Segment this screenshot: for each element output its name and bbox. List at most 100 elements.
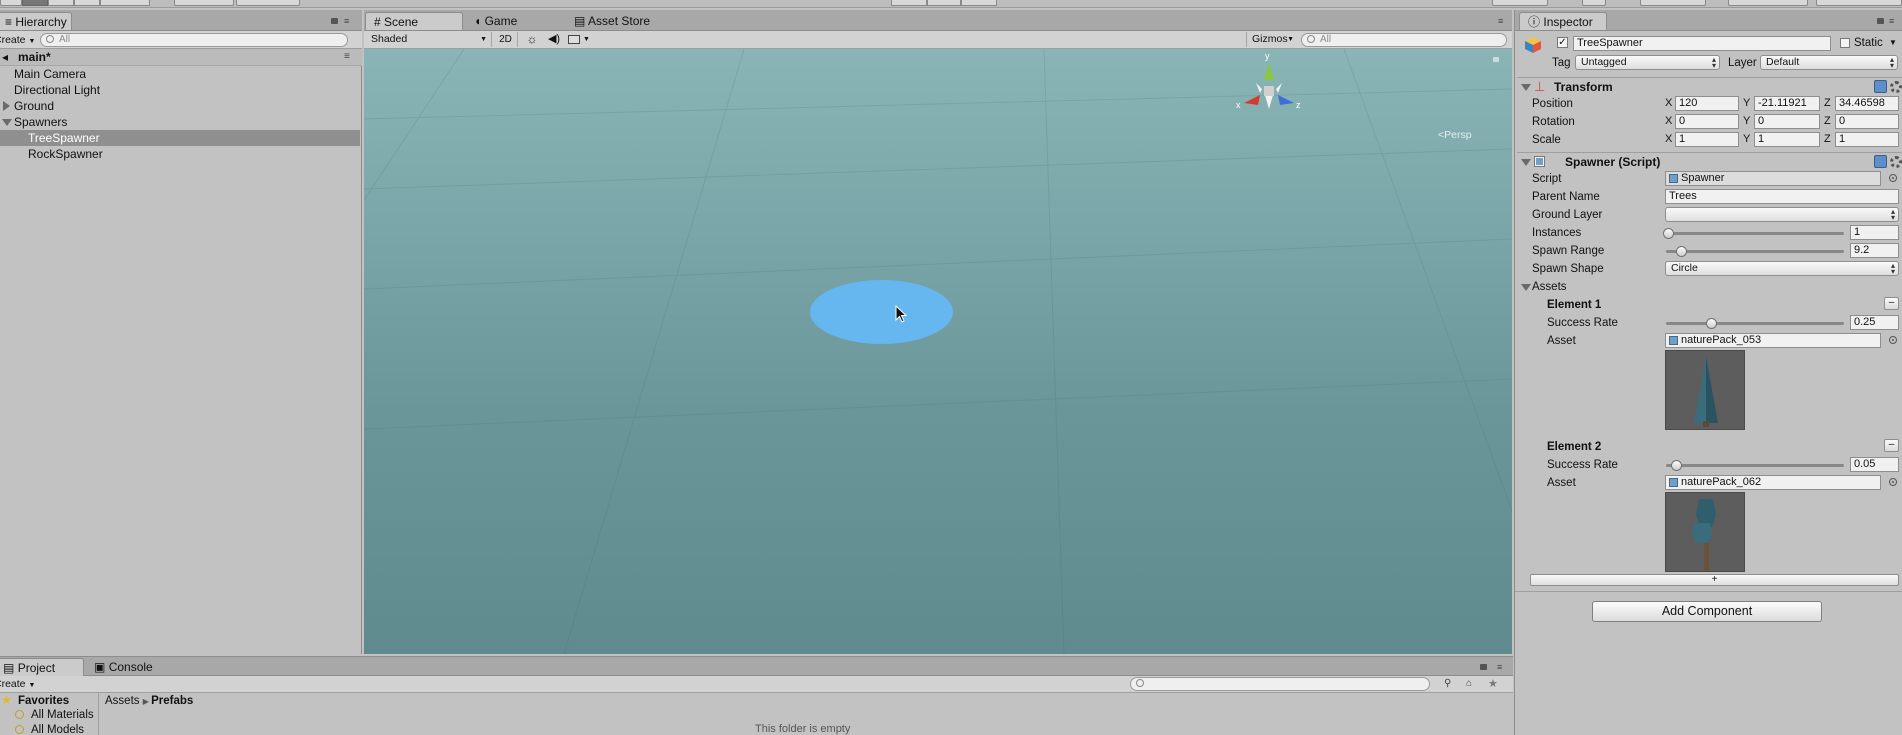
- gear-icon[interactable]: [1890, 156, 1902, 168]
- panel-menu-icon[interactable]: ≡: [1498, 17, 1503, 26]
- hierarchy-item-ground[interactable]: Ground: [0, 98, 360, 114]
- gizmos-dropdown[interactable]: Gizmos ▼: [1246, 32, 1296, 47]
- create-dropdown[interactable]: Create ▼: [0, 33, 35, 49]
- tab-scene[interactable]: # Scene: [365, 12, 463, 30]
- remove-element-2-button[interactable]: –: [1884, 439, 1899, 452]
- scene-orientation-gizmo[interactable]: y x z: [1234, 51, 1304, 121]
- favorite-item-all-models[interactable]: All Models: [31, 723, 84, 735]
- spawn-shape-dropdown[interactable]: Circle ▴ ▾: [1665, 261, 1899, 276]
- toggle-2d-button[interactable]: 2D: [494, 32, 518, 47]
- panel-menu-icon[interactable]: ≡: [344, 17, 349, 26]
- tab-project[interactable]: ▤ Project: [0, 658, 84, 676]
- tab-console[interactable]: ▣ Console: [86, 658, 176, 676]
- element-2-success-rate-thumb[interactable]: [1671, 460, 1682, 471]
- collapse-arrow-icon[interactable]: [2, 119, 12, 126]
- assets-foldout-arrow-icon[interactable]: [1521, 284, 1531, 291]
- position-z-axis[interactable]: Z: [1824, 96, 1831, 111]
- help-book-icon[interactable]: [1874, 80, 1887, 93]
- instances-field[interactable]: 1: [1850, 225, 1899, 240]
- audio-toggle-icon[interactable]: ◀): [544, 32, 564, 47]
- position-z-field[interactable]: 34.46598: [1835, 96, 1899, 111]
- play-button[interactable]: [891, 0, 927, 6]
- static-checkbox[interactable]: [1840, 38, 1850, 48]
- tab-asset-store[interactable]: ▤ Asset Store: [566, 12, 676, 30]
- scale-x-axis[interactable]: X: [1665, 132, 1672, 147]
- rotate-tool-button[interactable]: [48, 0, 74, 6]
- global-toggle-button[interactable]: [236, 0, 300, 6]
- position-x-field[interactable]: 120: [1675, 96, 1739, 111]
- panel-menu-icon[interactable]: ≡: [1889, 17, 1894, 26]
- filter-by-type-icon[interactable]: ⚲: [1444, 678, 1451, 689]
- tag-dropdown[interactable]: Untagged ▴ ▾: [1575, 55, 1720, 70]
- instances-slider-track[interactable]: [1666, 232, 1844, 235]
- element-1-success-rate-field[interactable]: 0.25: [1850, 315, 1899, 330]
- lock-icon[interactable]: [1877, 18, 1884, 24]
- layer-dropdown[interactable]: Default ▴ ▾: [1760, 55, 1898, 70]
- scale-y-field[interactable]: 1: [1754, 132, 1820, 147]
- help-book-icon[interactable]: [1874, 155, 1887, 168]
- add-component-button[interactable]: Add Component: [1592, 601, 1822, 622]
- rect-tool-button[interactable]: [100, 0, 150, 6]
- pause-button[interactable]: [927, 0, 961, 6]
- rotation-x-axis[interactable]: X: [1665, 114, 1672, 129]
- object-picker-icon[interactable]: [1889, 478, 1897, 486]
- active-checkbox[interactable]: ✓: [1557, 37, 1568, 48]
- lock-icon[interactable]: [1480, 664, 1487, 670]
- favorite-item-all-materials[interactable]: All Materials: [31, 708, 94, 722]
- instances-slider-thumb[interactable]: [1663, 228, 1674, 239]
- rotation-y-axis[interactable]: Y: [1743, 114, 1750, 129]
- hierarchy-item-treespawner[interactable]: TreeSpawner: [0, 130, 360, 146]
- effects-toggle-icon[interactable]: [568, 35, 580, 44]
- scene-search-input[interactable]: All: [1301, 33, 1507, 47]
- rotation-x-field[interactable]: 0: [1675, 114, 1739, 129]
- scale-z-axis[interactable]: Z: [1824, 132, 1831, 147]
- chevron-down-icon[interactable]: ▼: [583, 32, 590, 47]
- hierarchy-item-main-camera[interactable]: Main Camera: [0, 66, 360, 82]
- layout-button[interactable]: [1816, 0, 1902, 6]
- expand-arrow-icon[interactable]: [3, 101, 10, 111]
- position-y-field[interactable]: -21.11921: [1754, 96, 1820, 111]
- hierarchy-item-rockspawner[interactable]: RockSpawner: [0, 146, 360, 162]
- rotation-z-field[interactable]: 0: [1835, 114, 1899, 129]
- parent-name-field[interactable]: Trees: [1665, 189, 1899, 204]
- spawn-range-slider-thumb[interactable]: [1676, 246, 1687, 257]
- create-dropdown[interactable]: Create ▼: [0, 677, 35, 693]
- persp-label-wrap[interactable]: <Persp: [1438, 129, 1472, 141]
- lock-icon[interactable]: [1493, 57, 1499, 62]
- position-x-axis[interactable]: X: [1665, 96, 1672, 111]
- object-name-field[interactable]: TreeSpawner: [1573, 36, 1831, 51]
- tab-game[interactable]: ◖ Game: [466, 12, 566, 30]
- add-element-button[interactable]: +: [1530, 574, 1899, 586]
- element-2-success-rate-field[interactable]: 0.05: [1850, 457, 1899, 472]
- hand-tool-button[interactable]: [0, 0, 22, 6]
- hierarchy-item-spawners[interactable]: Spawners: [0, 114, 360, 130]
- breadcrumb-assets[interactable]: Assets: [105, 695, 140, 707]
- spawner-header[interactable]: Spawner (Script): [1517, 152, 1902, 170]
- panel-menu-icon[interactable]: ≡: [1497, 663, 1502, 672]
- project-search-input[interactable]: [1130, 677, 1430, 691]
- foldout-arrow-icon[interactable]: [1521, 159, 1531, 166]
- favorite-star-icon[interactable]: ★: [1488, 677, 1498, 690]
- scene-root-row[interactable]: ◂ main* ≡: [0, 49, 362, 66]
- lock-icon[interactable]: [331, 18, 338, 24]
- scale-x-field[interactable]: 1: [1675, 132, 1739, 147]
- hierarchy-search-input[interactable]: All: [40, 33, 348, 47]
- element-2-success-rate-track[interactable]: [1666, 464, 1844, 467]
- cloud-button[interactable]: [1582, 0, 1606, 6]
- remove-element-1-button[interactable]: –: [1884, 297, 1899, 310]
- object-picker-icon[interactable]: [1889, 336, 1897, 344]
- scale-z-field[interactable]: 1: [1835, 132, 1899, 147]
- element-1-success-rate-thumb[interactable]: [1706, 318, 1717, 329]
- scene-menu-icon[interactable]: ≡: [344, 50, 350, 64]
- object-picker-icon[interactable]: [1889, 174, 1897, 182]
- account-button[interactable]: [1640, 0, 1706, 6]
- transform-header[interactable]: ⊥ Transform: [1517, 77, 1902, 95]
- scale-y-axis[interactable]: Y: [1743, 132, 1750, 147]
- gear-icon[interactable]: [1890, 81, 1902, 93]
- rotation-y-field[interactable]: 0: [1754, 114, 1820, 129]
- scene-viewport[interactable]: y x z <Persp: [364, 49, 1512, 654]
- tab-hierarchy[interactable]: ≡ Hierarchy: [0, 12, 72, 30]
- rotation-z-axis[interactable]: Z: [1824, 114, 1831, 129]
- position-y-axis[interactable]: Y: [1743, 96, 1750, 111]
- filter-by-label-icon[interactable]: ⌂: [1466, 678, 1472, 689]
